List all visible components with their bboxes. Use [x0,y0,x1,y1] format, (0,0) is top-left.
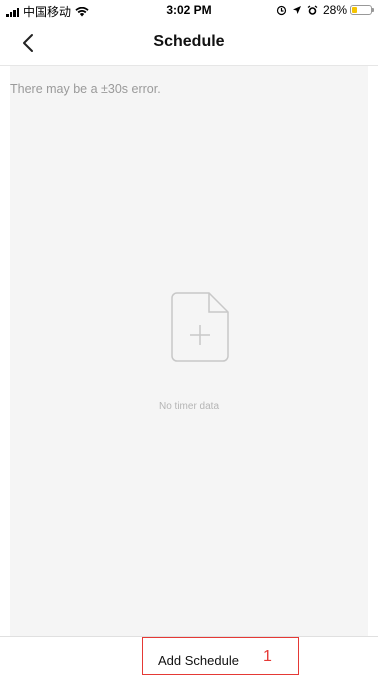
error-hint-text: There may be a ±30s error. [10,82,161,96]
orientation-lock-icon [276,5,287,16]
battery-fill [352,7,357,13]
add-schedule-label: Add Schedule [158,653,239,668]
add-schedule-button[interactable]: Add Schedule 1 [142,637,299,675]
page-title: Schedule [153,33,225,50]
phone-screen: 中国移动 3:02 PM 28% Schedule There may be a… [0,0,378,676]
alarm-icon [307,5,318,16]
empty-state-text: No timer data [158,401,220,412]
nav-bar: Schedule [0,20,378,66]
bottom-bar: Add Schedule 1 [0,636,378,676]
status-bar: 中国移动 3:02 PM 28% [0,0,378,20]
battery-percent: 28% [322,3,347,17]
battery-nub [372,8,374,12]
status-right: 28% [276,3,374,17]
battery-icon [350,5,374,15]
schedule-list-area: There may be a ±30s error. No timer data [10,66,368,636]
annotation-marker: 1 [263,648,272,665]
location-icon [292,5,302,15]
file-add-icon [171,292,229,362]
